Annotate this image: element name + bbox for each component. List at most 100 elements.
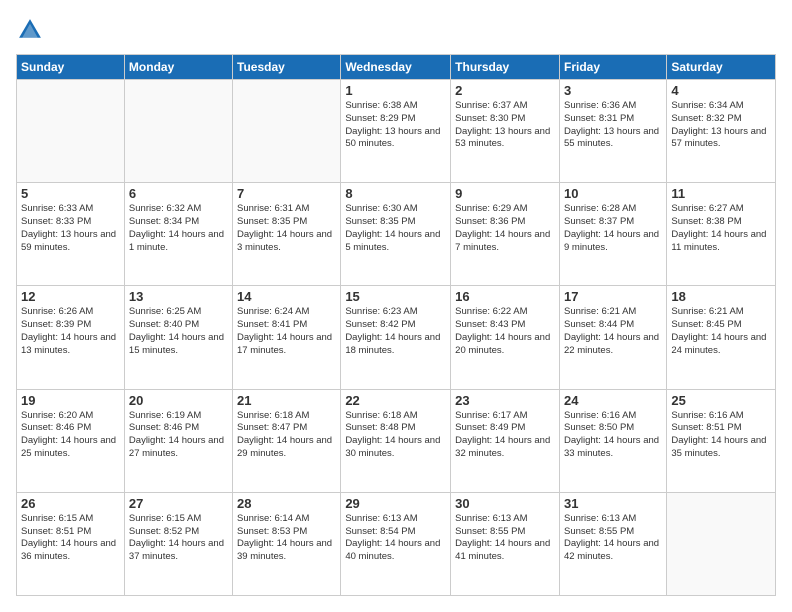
day-info: Sunrise: 6:16 AM Sunset: 8:51 PM Dayligh… (671, 410, 771, 461)
day-info: Sunrise: 6:32 AM Sunset: 8:34 PM Dayligh… (129, 203, 228, 254)
day-info: Sunrise: 6:18 AM Sunset: 8:47 PM Dayligh… (237, 410, 336, 461)
calendar-cell: 24Sunrise: 6:16 AM Sunset: 8:50 PM Dayli… (559, 389, 666, 492)
calendar-cell: 3Sunrise: 6:36 AM Sunset: 8:31 PM Daylig… (559, 80, 666, 183)
day-info: Sunrise: 6:38 AM Sunset: 8:29 PM Dayligh… (345, 100, 446, 151)
calendar-cell: 5Sunrise: 6:33 AM Sunset: 8:33 PM Daylig… (17, 183, 125, 286)
day-number: 11 (671, 186, 771, 201)
day-info: Sunrise: 6:21 AM Sunset: 8:45 PM Dayligh… (671, 306, 771, 357)
calendar-cell: 22 Sunrise: 6:18 AM Sunset: 8:48 PM Dayli… (341, 389, 451, 492)
day-number: 19 (21, 393, 120, 408)
day-number: 20 (129, 393, 228, 408)
day-number: 30 (455, 496, 555, 511)
calendar-week-row: 5Sunrise: 6:33 AM Sunset: 8:33 PM Daylig… (17, 183, 776, 286)
day-number: 8 (345, 186, 446, 201)
day-info: Sunrise: 6:26 AM Sunset: 8:39 PM Dayligh… (21, 306, 120, 357)
calendar-cell (667, 492, 776, 595)
day-number: 10 (564, 186, 662, 201)
calendar-week-row: 12 Sunrise: 6:26 AM Sunset: 8:39 PM Dayli… (17, 286, 776, 389)
calendar-cell: 21Sunrise: 6:18 AM Sunset: 8:47 PM Dayli… (233, 389, 341, 492)
day-of-week-header: Monday (124, 55, 232, 80)
header (16, 16, 776, 44)
calendar-header-row: SundayMondayTuesdayWednesdayThursdayFrid… (17, 55, 776, 80)
day-number: 29 (345, 496, 446, 511)
calendar-cell: 18 Sunrise: 6:21 AM Sunset: 8:45 PM Dayli… (667, 286, 776, 389)
calendar-cell: 27 Sunrise: 6:15 AM Sunset: 8:52 PM Dayli… (124, 492, 232, 595)
calendar-cell: 31 Sunrise: 6:13 AM Sunset: 8:55 PM Dayli… (559, 492, 666, 595)
day-info: Sunrise: 6:18 AM Sunset: 8:48 PM Dayligh… (345, 410, 446, 461)
day-number: 14 (237, 289, 336, 304)
day-number: 28 (237, 496, 336, 511)
day-of-week-header: Saturday (667, 55, 776, 80)
day-info: Sunrise: 6:30 AM Sunset: 8:35 PM Dayligh… (345, 203, 446, 254)
day-info: Sunrise: 6:21 AM Sunset: 8:44 PM Dayligh… (564, 306, 662, 357)
day-number: 1 (345, 83, 446, 98)
day-number: 15 (345, 289, 446, 304)
calendar-cell: 13 Sunrise: 6:25 AM Sunset: 8:40 PM Dayli… (124, 286, 232, 389)
day-info: Sunrise: 6:25 AM Sunset: 8:40 PM Dayligh… (129, 306, 228, 357)
day-number: 17 (564, 289, 662, 304)
day-info: Sunrise: 6:23 AM Sunset: 8:42 PM Dayligh… (345, 306, 446, 357)
calendar-cell: 30 Sunrise: 6:13 AM Sunset: 8:55 PM Dayli… (451, 492, 560, 595)
calendar-cell: 1 Sunrise: 6:38 AM Sunset: 8:29 PM Daylig… (341, 80, 451, 183)
day-info: Sunrise: 6:33 AM Sunset: 8:33 PM Dayligh… (21, 203, 120, 254)
day-info: Sunrise: 6:20 AM Sunset: 8:46 PM Dayligh… (21, 410, 120, 461)
day-number: 13 (129, 289, 228, 304)
day-info: Sunrise: 6:34 AM Sunset: 8:32 PM Dayligh… (671, 100, 771, 151)
calendar-cell (17, 80, 125, 183)
day-info: Sunrise: 6:13 AM Sunset: 8:55 PM Dayligh… (564, 513, 662, 564)
logo-icon (16, 16, 44, 44)
day-number: 27 (129, 496, 228, 511)
calendar-cell (233, 80, 341, 183)
day-number: 18 (671, 289, 771, 304)
day-info: Sunrise: 6:28 AM Sunset: 8:37 PM Dayligh… (564, 203, 662, 254)
calendar-cell: 2 Sunrise: 6:37 AM Sunset: 8:30 PM Daylig… (451, 80, 560, 183)
calendar-week-row: 26 Sunrise: 6:15 AM Sunset: 8:51 PM Dayli… (17, 492, 776, 595)
calendar: SundayMondayTuesdayWednesdayThursdayFrid… (16, 54, 776, 596)
day-number: 25 (671, 393, 771, 408)
calendar-cell: 26 Sunrise: 6:15 AM Sunset: 8:51 PM Dayli… (17, 492, 125, 595)
calendar-cell: 4 Sunrise: 6:34 AM Sunset: 8:32 PM Daylig… (667, 80, 776, 183)
day-of-week-header: Sunday (17, 55, 125, 80)
day-info: Sunrise: 6:17 AM Sunset: 8:49 PM Dayligh… (455, 410, 555, 461)
calendar-cell: 9 Sunrise: 6:29 AM Sunset: 8:36 PM Daylig… (451, 183, 560, 286)
calendar-cell: 11Sunrise: 6:27 AM Sunset: 8:38 PM Dayli… (667, 183, 776, 286)
day-info: Sunrise: 6:15 AM Sunset: 8:52 PM Dayligh… (129, 513, 228, 564)
calendar-cell: 7 Sunrise: 6:31 AM Sunset: 8:35 PM Daylig… (233, 183, 341, 286)
day-number: 4 (671, 83, 771, 98)
day-info: Sunrise: 6:37 AM Sunset: 8:30 PM Dayligh… (455, 100, 555, 151)
calendar-cell: 8 Sunrise: 6:30 AM Sunset: 8:35 PM Daylig… (341, 183, 451, 286)
calendar-cell (124, 80, 232, 183)
calendar-cell: 15 Sunrise: 6:23 AM Sunset: 8:42 PM Dayli… (341, 286, 451, 389)
calendar-cell: 17 Sunrise: 6:21 AM Sunset: 8:44 PM Dayli… (559, 286, 666, 389)
day-of-week-header: Thursday (451, 55, 560, 80)
day-number: 22 (345, 393, 446, 408)
day-info: Sunrise: 6:14 AM Sunset: 8:53 PM Dayligh… (237, 513, 336, 564)
page: SundayMondayTuesdayWednesdayThursdayFrid… (0, 0, 792, 612)
calendar-cell: 29 Sunrise: 6:13 AM Sunset: 8:54 PM Dayli… (341, 492, 451, 595)
day-info: Sunrise: 6:13 AM Sunset: 8:55 PM Dayligh… (455, 513, 555, 564)
calendar-week-row: 1 Sunrise: 6:38 AM Sunset: 8:29 PM Daylig… (17, 80, 776, 183)
logo (16, 16, 48, 44)
day-number: 2 (455, 83, 555, 98)
calendar-cell: 16 Sunrise: 6:22 AM Sunset: 8:43 PM Dayli… (451, 286, 560, 389)
day-info: Sunrise: 6:13 AM Sunset: 8:54 PM Dayligh… (345, 513, 446, 564)
day-info: Sunrise: 6:22 AM Sunset: 8:43 PM Dayligh… (455, 306, 555, 357)
calendar-week-row: 19 Sunrise: 6:20 AM Sunset: 8:46 PM Dayli… (17, 389, 776, 492)
day-number: 6 (129, 186, 228, 201)
calendar-cell: 19 Sunrise: 6:20 AM Sunset: 8:46 PM Dayli… (17, 389, 125, 492)
day-number: 12 (21, 289, 120, 304)
calendar-cell: 12 Sunrise: 6:26 AM Sunset: 8:39 PM Dayli… (17, 286, 125, 389)
day-info: Sunrise: 6:29 AM Sunset: 8:36 PM Dayligh… (455, 203, 555, 254)
day-info: Sunrise: 6:15 AM Sunset: 8:51 PM Dayligh… (21, 513, 120, 564)
calendar-cell: 6 Sunrise: 6:32 AM Sunset: 8:34 PM Daylig… (124, 183, 232, 286)
day-info: Sunrise: 6:31 AM Sunset: 8:35 PM Dayligh… (237, 203, 336, 254)
calendar-cell: 23Sunrise: 6:17 AM Sunset: 8:49 PM Dayli… (451, 389, 560, 492)
day-number: 7 (237, 186, 336, 201)
day-number: 9 (455, 186, 555, 201)
day-number: 26 (21, 496, 120, 511)
calendar-cell: 14 Sunrise: 6:24 AM Sunset: 8:41 PM Dayli… (233, 286, 341, 389)
day-number: 16 (455, 289, 555, 304)
day-info: Sunrise: 6:24 AM Sunset: 8:41 PM Dayligh… (237, 306, 336, 357)
day-number: 31 (564, 496, 662, 511)
day-number: 24 (564, 393, 662, 408)
